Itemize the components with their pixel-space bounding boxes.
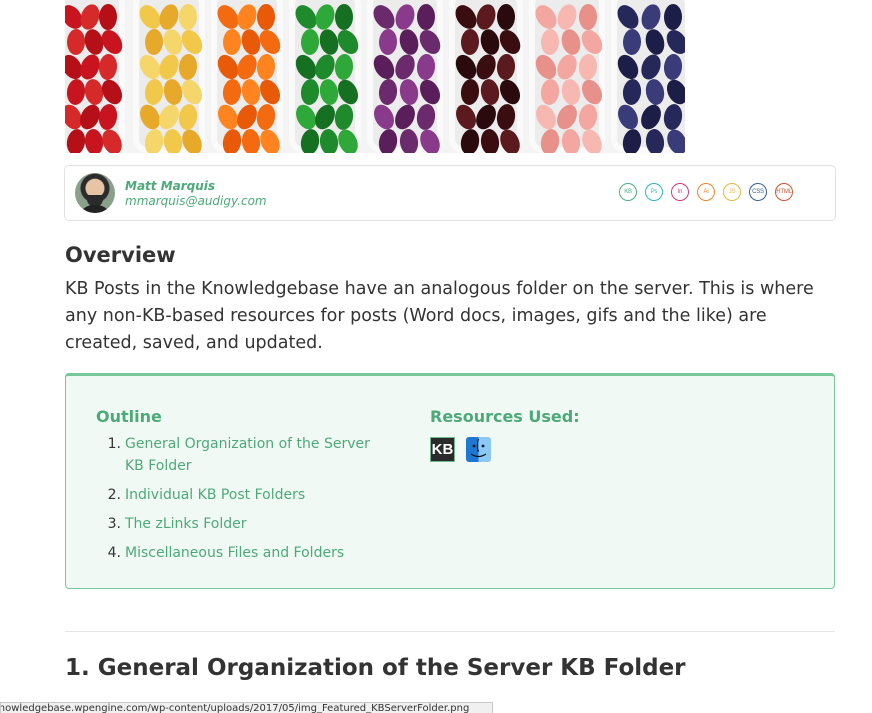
- author-avatar: [75, 173, 115, 213]
- overview-heading: Overview: [65, 243, 176, 267]
- skill-badge-ps: Ps: [645, 183, 663, 201]
- outline-link-post-folders[interactable]: Individual KB Post Folders: [121, 484, 305, 506]
- author-email[interactable]: mmarquis@audigy.com: [125, 194, 267, 208]
- section-divider: [65, 631, 835, 632]
- featured-image: [65, 0, 685, 153]
- outline-item: 3. The zLinks Folder: [96, 513, 386, 535]
- outline-item-number: 3.: [107, 516, 121, 532]
- status-url-text: knowledgebase.wpengine.com/wp-content/up…: [0, 703, 470, 713]
- skill-badges: KB Ps In Ai JS CSS HTML: [619, 183, 793, 201]
- outline-link-zlinks-folder[interactable]: The zLinks Folder: [121, 513, 247, 535]
- resources-heading: Resources Used:: [430, 407, 580, 426]
- finder-icon: [466, 437, 491, 462]
- outline-item-number: 4.: [107, 545, 121, 561]
- outline-item-number: 2.: [107, 487, 121, 503]
- skill-badge-html: HTML: [775, 183, 793, 201]
- section-1-heading: 1. General Organization of the Server KB…: [65, 655, 686, 681]
- skill-badge-js: JS: [723, 183, 741, 201]
- outline-item: 1. General Organization of the Server KB…: [96, 433, 386, 477]
- outline-item: 2. Individual KB Post Folders: [96, 484, 386, 506]
- outline-item-number: 1.: [107, 436, 121, 452]
- author-name[interactable]: Matt Marquis: [125, 179, 215, 193]
- status-bar-url: knowledgebase.wpengine.com/wp-content/up…: [0, 702, 493, 713]
- kb-app-icon: KB: [430, 437, 455, 462]
- skill-badge-css: CSS: [749, 183, 767, 201]
- skill-badge-kb: KB: [619, 183, 637, 201]
- overview-text: KB Posts in the Knowledgebase have an an…: [65, 279, 814, 353]
- skill-badge-in: In: [671, 183, 689, 201]
- outline-item: 4. Miscellaneous Files and Folders: [96, 542, 386, 564]
- skill-badge-ai: Ai: [697, 183, 715, 201]
- outline-link-misc-files[interactable]: Miscellaneous Files and Folders: [121, 542, 344, 564]
- outline-list: 1. General Organization of the Server KB…: [96, 433, 386, 571]
- outline-heading: Outline: [96, 407, 162, 426]
- outline-link-general-organization[interactable]: General Organization of the Server KB Fo…: [121, 433, 386, 477]
